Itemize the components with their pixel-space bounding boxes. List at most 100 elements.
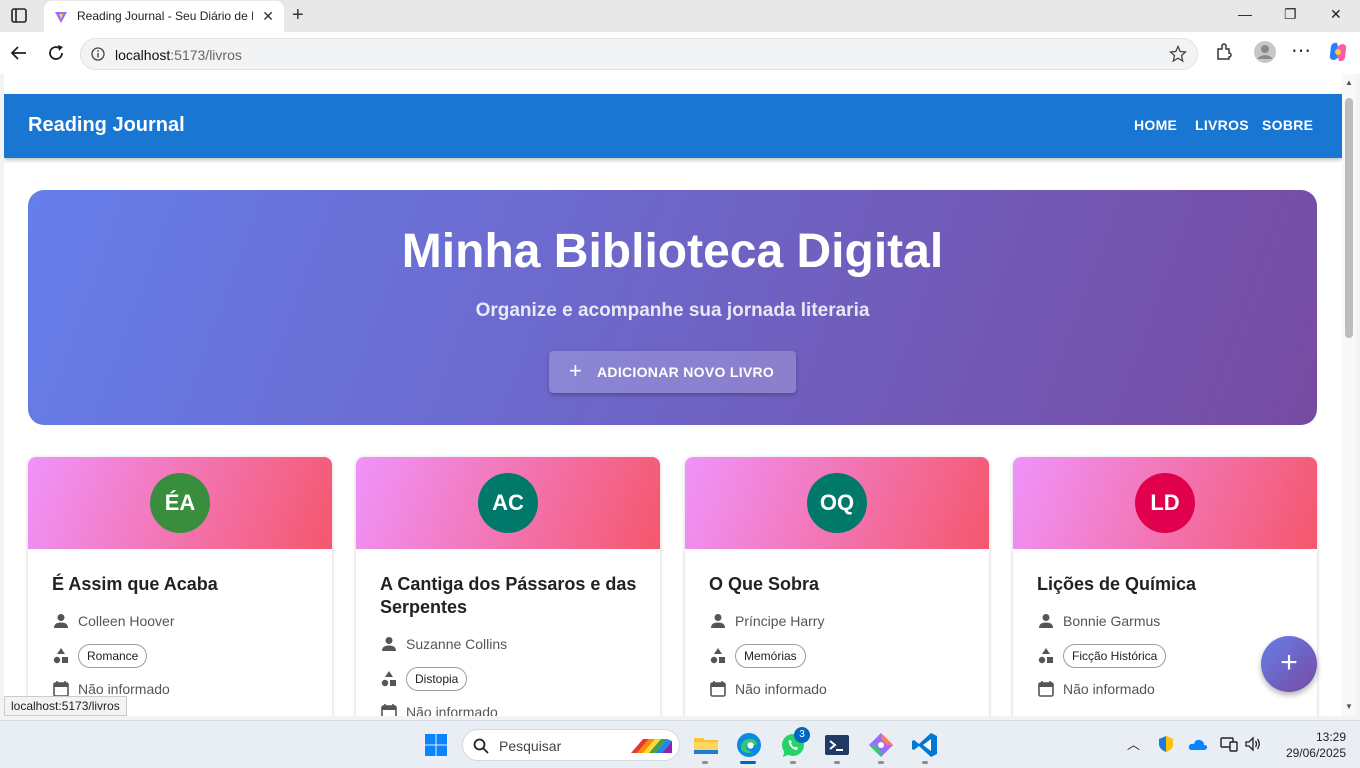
card-header: LD: [1013, 457, 1317, 549]
genre-chip: Distopia: [406, 667, 468, 691]
book-card[interactable]: ÉA É Assim que Acaba Colleen Hoover Roma…: [28, 457, 332, 716]
extensions-icon[interactable]: [1214, 42, 1234, 62]
card-header: ÉA: [28, 457, 332, 549]
taskbar: Pesquisar 3 ︿ 13:29 29/06/2025: [0, 720, 1360, 768]
windows-start-icon[interactable]: [424, 733, 448, 757]
search-placeholder: Pesquisar: [499, 738, 562, 754]
file-explorer-icon[interactable]: [692, 731, 720, 759]
book-title: Lições de Química: [1037, 574, 1197, 594]
tab-actions-icon[interactable]: [8, 6, 30, 26]
search-icon: [473, 738, 489, 754]
running-indicator: [790, 761, 796, 764]
window-close-icon[interactable]: ✕: [1330, 6, 1342, 23]
active-app-indicator: [740, 761, 756, 764]
book-date: Não informado: [735, 681, 827, 697]
page-viewport: Reading Journal HOME LIVROS SOBRE Minha …: [4, 74, 1342, 716]
add-book-button-label: ADICIONAR NOVO LIVRO: [597, 364, 775, 380]
tab-close-icon[interactable]: ✕: [262, 8, 274, 25]
clock-date[interactable]: 29/06/2025: [1276, 746, 1346, 760]
nav-home[interactable]: HOME: [1134, 117, 1177, 133]
add-book-button[interactable]: + ADICIONAR NOVO LIVRO: [549, 351, 796, 393]
scroll-down-icon[interactable]: ▼: [1345, 702, 1353, 711]
running-indicator: [922, 761, 928, 764]
plus-icon: +: [569, 358, 582, 383]
url-path: :5173/livros: [170, 47, 242, 63]
vscode-icon[interactable]: [911, 731, 939, 759]
genre-chip: Ficção Histórica: [1063, 644, 1167, 668]
favorite-star-icon[interactable]: [1169, 45, 1187, 63]
card-header: OQ: [685, 457, 989, 549]
calendar-icon: [1038, 681, 1054, 697]
network-icon[interactable]: [1220, 735, 1238, 753]
book-author: Colleen Hoover: [78, 613, 175, 629]
book-card[interactable]: AC A Cantiga dos Pássaros e das Serpente…: [356, 457, 660, 716]
new-tab-icon[interactable]: +: [292, 4, 304, 27]
genre-chip: Memórias: [735, 644, 806, 668]
book-avatar: AC: [478, 473, 538, 533]
calendar-icon: [381, 704, 397, 716]
book-avatar: LD: [1135, 473, 1195, 533]
book-date: Não informado: [78, 681, 170, 697]
category-icon: [53, 648, 68, 664]
nav-sobre[interactable]: SOBRE: [1262, 117, 1313, 133]
book-date: Não informado: [1063, 681, 1155, 697]
browser-toolbar: localhost:5173/livros ⋯: [0, 32, 1360, 74]
person-icon: [711, 614, 725, 628]
add-book-fab[interactable]: +: [1261, 636, 1317, 692]
book-title: É Assim que Acaba: [52, 574, 218, 594]
category-icon: [381, 671, 396, 687]
book-title: A Cantiga dos Pássaros e das Serpentes: [380, 574, 637, 617]
person-icon: [54, 614, 68, 628]
nav-livros[interactable]: LIVROS: [1195, 117, 1249, 133]
hero-banner: Minha Biblioteca Digital Organize e acom…: [28, 190, 1317, 425]
browser-tab-bar: Reading Journal - Seu Diário de Leitura …: [0, 0, 1360, 32]
search-highlight-icon: [631, 739, 672, 753]
app-bar: Reading Journal HOME LIVROS SOBRE: [4, 94, 1342, 158]
scroll-thumb[interactable]: [1345, 98, 1353, 338]
running-indicator: [834, 761, 840, 764]
onedrive-cloud-icon[interactable]: [1188, 737, 1208, 751]
profile-avatar-icon[interactable]: [1253, 40, 1277, 64]
category-icon: [710, 648, 725, 664]
copilot-icon[interactable]: [1326, 40, 1350, 64]
card-header: AC: [356, 457, 660, 549]
tab-title: Reading Journal - Seu Diário de Leitura: [77, 9, 253, 23]
site-info-icon[interactable]: [91, 47, 105, 61]
link-status-tooltip: localhost:5173/livros: [4, 696, 127, 716]
notification-badge: 3: [794, 727, 810, 743]
clock-time[interactable]: 13:29: [1296, 730, 1346, 744]
browser-tab[interactable]: Reading Journal - Seu Diário de Leitura …: [44, 1, 284, 32]
security-shield-icon[interactable]: [1157, 735, 1175, 753]
book-card[interactable]: OQ O Que Sobra Príncipe Harry Memórias N…: [685, 457, 989, 716]
person-icon: [382, 637, 396, 651]
book-avatar: ÉA: [150, 473, 210, 533]
scroll-up-icon[interactable]: ▲: [1345, 78, 1353, 87]
terminal-icon[interactable]: [823, 731, 851, 759]
url-host: localhost: [115, 47, 171, 63]
address-bar[interactable]: localhost:5173/livros: [80, 38, 1198, 70]
show-hidden-icons-chevron-icon[interactable]: ︿: [1127, 734, 1140, 753]
restore-icon[interactable]: ❐: [1284, 6, 1297, 23]
hero-title: Minha Biblioteca Digital: [401, 225, 944, 278]
running-indicator: [702, 761, 708, 764]
more-menu-icon[interactable]: ⋯: [1291, 38, 1311, 63]
edge-browser-icon[interactable]: [735, 731, 763, 759]
minimize-icon[interactable]: —: [1238, 6, 1252, 22]
git-client-icon[interactable]: [867, 731, 895, 759]
genre-chip: Romance: [78, 644, 148, 668]
book-author: Suzanne Collins: [406, 636, 508, 652]
reload-icon[interactable]: [45, 42, 67, 64]
url-text: localhost:5173/livros: [115, 47, 242, 63]
hero-subtitle: Organize e acompanhe sua jornada literar…: [475, 300, 870, 321]
book-author: Príncipe Harry: [735, 613, 825, 629]
app-brand[interactable]: Reading Journal: [28, 114, 185, 137]
running-indicator: [878, 761, 884, 764]
volume-icon[interactable]: [1244, 735, 1262, 753]
book-title: O Que Sobra: [709, 574, 820, 594]
back-icon[interactable]: [8, 42, 30, 64]
taskbar-search[interactable]: Pesquisar: [462, 729, 680, 761]
page-scrollbar[interactable]: ▲ ▼: [1342, 74, 1356, 716]
category-icon: [1038, 648, 1053, 664]
book-date: Não informado: [406, 704, 498, 716]
book-author: Bonnie Garmus: [1063, 613, 1161, 629]
